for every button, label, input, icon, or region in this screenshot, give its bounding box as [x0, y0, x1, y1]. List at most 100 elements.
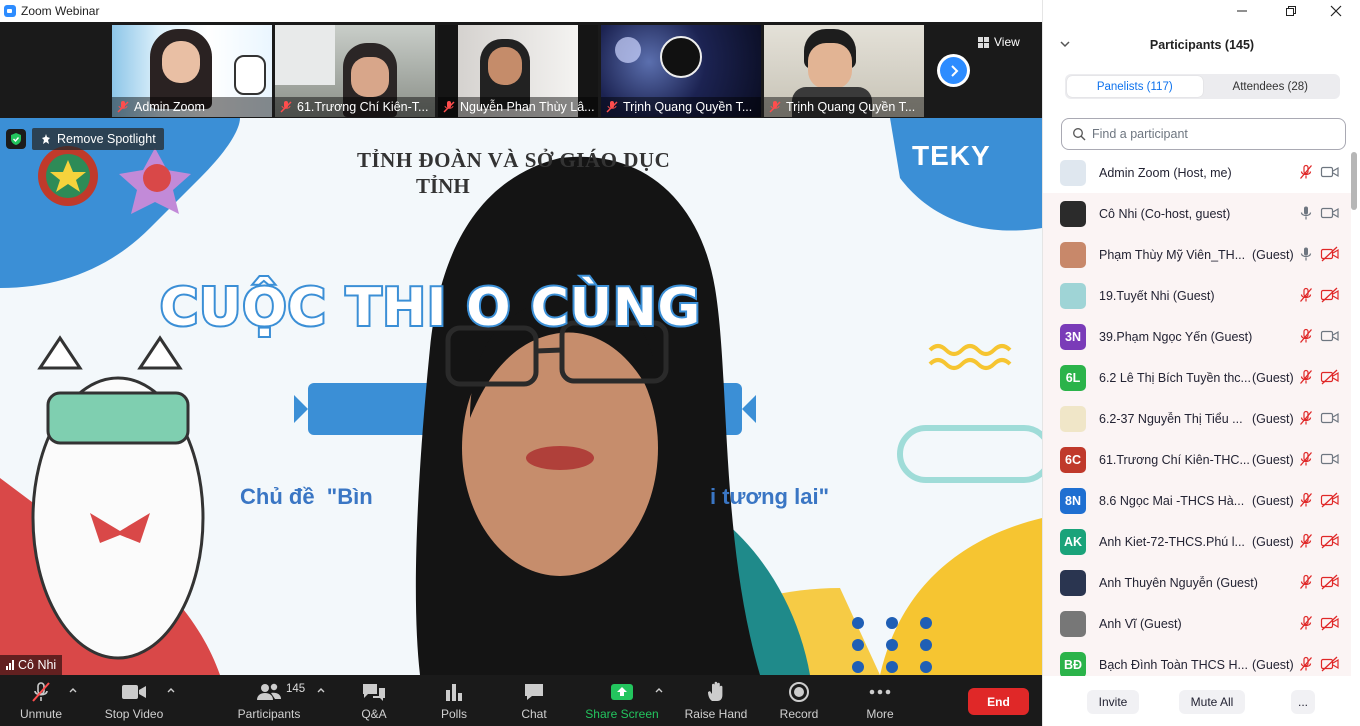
tab-attendees[interactable]: Attendees (28) [1203, 76, 1339, 97]
video-tile[interactable]: Nguyễn Phan Thùy Lâ... [438, 25, 598, 117]
participant-name: Admin Zoom (Host, me) [1099, 165, 1232, 180]
participant-row[interactable]: Admin Zoom (Host, me) [1043, 152, 1351, 193]
participant-role: (Guest) [1252, 493, 1294, 508]
muted-mic-icon[interactable] [1298, 492, 1314, 508]
mic-icon[interactable] [1298, 205, 1314, 221]
muted-mic-icon[interactable] [1298, 656, 1314, 672]
qa-button[interactable]: Q&A [352, 675, 396, 726]
close-button[interactable] [1313, 0, 1359, 22]
participant-row[interactable]: 6C 61.Trương Chí Kiên-THC... (Guest) [1043, 439, 1351, 480]
avatar [1060, 569, 1086, 596]
avatar [1060, 159, 1086, 186]
participant-list-scrollbar[interactable] [1351, 152, 1357, 210]
video-tile[interactable]: Admin Zoom [112, 25, 272, 117]
stop-video-button[interactable]: Stop Video [98, 675, 170, 726]
video-camera-icon[interactable] [1320, 451, 1340, 467]
minimize-button[interactable] [1219, 0, 1265, 22]
muted-mic-icon[interactable] [1298, 533, 1314, 549]
participant-row[interactable]: 19.Tuyết Nhi (Guest) [1043, 275, 1351, 316]
participant-row[interactable]: Anh Thuyên Nguyễn (Guest) [1043, 562, 1351, 603]
muted-mic-icon[interactable] [1298, 369, 1314, 385]
next-page-button[interactable] [937, 54, 970, 87]
video-off-icon[interactable] [1320, 369, 1340, 385]
chevron-up-icon[interactable] [654, 685, 664, 695]
speaker-name-tag: Cô Nhi [0, 655, 63, 675]
chevron-right-icon [950, 64, 958, 77]
video-off-icon[interactable] [1320, 574, 1340, 590]
video-tile[interactable]: Trịnh Quang Quyền T... [601, 25, 761, 117]
share-screen-icon [611, 684, 633, 700]
more-button[interactable]: More [858, 675, 902, 726]
video-off-icon[interactable] [1320, 533, 1340, 549]
participant-row[interactable]: Phạm Thùy Mỹ Viên_TH... (Guest) [1043, 234, 1351, 275]
chevron-up-icon[interactable] [316, 685, 326, 695]
participant-row[interactable]: AK Anh Kiet-72-THCS.Phú l... (Guest) [1043, 521, 1351, 562]
topic-text-left: Chủ đề "Bìn [240, 484, 373, 509]
participant-name: 6.2-37 Nguyễn Thị Tiểu ... [1099, 411, 1243, 426]
muted-mic-icon[interactable] [1298, 287, 1314, 303]
participant-name: Cô Nhi (Co-host, guest) [1099, 206, 1231, 221]
participant-row[interactable]: 6.2-37 Nguyễn Thị Tiểu ... (Guest) [1043, 398, 1351, 439]
mic-icon[interactable] [1298, 246, 1314, 262]
video-tile[interactable]: Trịnh Quang Quyền T... [764, 25, 924, 117]
participant-row[interactable]: BĐ Bạch Đình Toàn THCS H... (Guest) [1043, 644, 1351, 676]
avatar [1060, 241, 1086, 268]
video-off-icon[interactable] [1320, 615, 1340, 631]
muted-mic-icon[interactable] [1298, 164, 1314, 180]
video-camera-icon[interactable] [1320, 164, 1340, 180]
participant-name: 8.6 Ngọc Mai -THCS Hà... [1099, 493, 1245, 508]
chevron-up-icon[interactable] [68, 685, 78, 695]
record-button[interactable]: Record [776, 675, 822, 726]
pin-icon [42, 134, 50, 144]
spotlight-video[interactable]: Remove Spotlight TỈNH ĐOÀN VÀ SỞ GIÁO DỤ… [0, 118, 1042, 675]
video-off-icon[interactable] [1320, 246, 1340, 262]
avatar: 3N [1060, 323, 1086, 350]
video-camera-icon[interactable] [1320, 328, 1340, 344]
video-tile[interactable]: 61.Trương Chí Kiên-T... [275, 25, 435, 117]
participant-row[interactable]: 6L 6.2 Lê Thị Bích Tuyền thc... (Guest) [1043, 357, 1351, 398]
muted-mic-icon[interactable] [1298, 451, 1314, 467]
more-options-button[interactable]: ... [1291, 690, 1315, 714]
raise-hand-button[interactable]: Raise Hand [682, 675, 750, 726]
tile-name-label: Admin Zoom [112, 97, 272, 117]
participant-row[interactable]: 3N 39.Phạm Ngọc Yến (Guest) [1043, 316, 1351, 357]
participant-row[interactable]: 8N 8.6 Ngọc Mai -THCS Hà... (Guest) [1043, 480, 1351, 521]
chevron-up-icon[interactable] [166, 685, 176, 695]
invite-button[interactable]: Invite [1087, 690, 1139, 714]
participant-row[interactable]: Cô Nhi (Co-host, guest) [1043, 193, 1351, 234]
participants-count: 145 [286, 683, 306, 695]
participant-name: 39.Phạm Ngọc Yến (Guest) [1099, 329, 1253, 344]
search-input[interactable] [1092, 127, 1332, 141]
participant-row[interactable]: Anh Vĩ (Guest) [1043, 603, 1351, 644]
polls-button[interactable]: Polls [432, 675, 476, 726]
video-camera-icon[interactable] [1320, 205, 1340, 221]
participant-role: (Guest) [1252, 534, 1294, 549]
remove-spotlight-button[interactable]: Remove Spotlight [32, 128, 164, 150]
end-webinar-button[interactable]: End [968, 688, 1029, 715]
mute-all-button[interactable]: Mute All [1179, 690, 1245, 714]
restore-icon [1286, 6, 1296, 16]
chat-button[interactable]: Chat [512, 675, 556, 726]
muted-mic-icon[interactable] [1298, 328, 1314, 344]
muted-mic-icon[interactable] [1298, 410, 1314, 426]
banner-background [0, 118, 1042, 675]
qa-icon [363, 684, 385, 701]
share-screen-button[interactable]: Share Screen [584, 675, 660, 726]
video-off-icon[interactable] [1320, 287, 1340, 303]
view-button[interactable]: View [978, 32, 1020, 52]
video-camera-icon[interactable] [1320, 410, 1340, 426]
maximize-button[interactable] [1268, 0, 1314, 22]
window-title: Zoom Webinar [21, 4, 100, 18]
video-off-icon[interactable] [1320, 656, 1340, 672]
tab-panelists[interactable]: Panelists (117) [1067, 76, 1203, 97]
unmute-button[interactable]: Unmute [10, 675, 72, 726]
participants-panel: Participants (145) Panelists (117) Atten… [1042, 0, 1360, 726]
participants-icon [257, 683, 281, 700]
muted-mic-icon[interactable] [1298, 615, 1314, 631]
video-off-icon[interactable] [1320, 492, 1340, 508]
zoom-camera-icon [4, 5, 16, 17]
muted-mic-icon [443, 101, 455, 113]
participant-search[interactable] [1061, 118, 1346, 150]
muted-mic-icon[interactable] [1298, 574, 1314, 590]
polls-icon [446, 684, 462, 701]
